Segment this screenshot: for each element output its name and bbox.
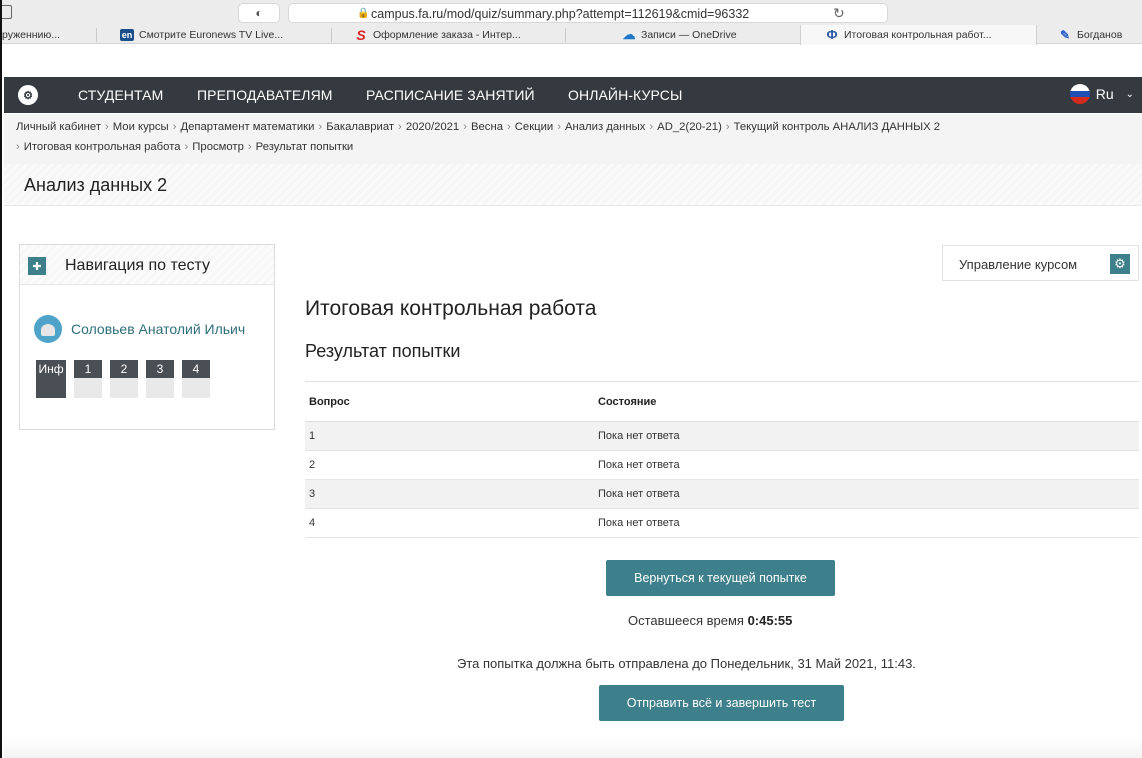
tab-label: руженнию... [2,29,61,41]
browser-tab[interactable]: S Оформление заказа - Интер... [354,25,554,45]
breadcrumb-item[interactable]: Текущий контроль АНАЛИЗ ДАННЫХ 2 [734,121,940,133]
question-cell[interactable]: 1 [305,421,594,451]
timer-label: Оставшееся время [628,613,744,628]
breadcrumb: Личный кабинет › Мои курсы › Департамент мат… [16,121,941,153]
manage-course-button[interactable]: Управление курсом ⚙ [942,245,1139,281]
breadcrumb-item[interactable]: Просмотр [192,141,244,153]
address-bar[interactable]: 🔒 campus.fa.ru/mod/quiz/summary.php?atte… [288,3,888,23]
question-cell[interactable]: 4 [305,508,594,538]
status-cell: Пока нет ответа [594,421,1139,451]
question-cell[interactable]: 2 [305,450,594,480]
store-favicon-icon: S [356,27,366,43]
tab-label: Итоговая контрольная работ... [844,29,992,41]
euronews-favicon-icon: en [120,29,134,41]
sidebar-toggle-icon[interactable] [2,5,12,19]
section-title: Результат попытки [305,341,461,361]
browser-tab[interactable]: en Смотрите Euronews TV Live... [120,25,320,45]
browser-tab-active[interactable]: Ф Итоговая контрольная работ... [800,25,1037,45]
block-title: Навигация по тесту [65,257,211,274]
submit-all-button[interactable]: Отправить всё и завершить тест [599,685,844,721]
tab-bar: руженнию... en Смотрите Euronews TV Live… [2,25,1142,45]
due-date-notice: Эта попытка должна быть отправлена до По… [457,656,916,671]
browser-window: ◐ 🔒 campus.fa.ru/mod/quiz/summary.php?at… [0,0,1142,758]
table-row: 4 Пока нет ответа [305,508,1139,538]
nav-link-students[interactable]: СТУДЕНТАМ [78,87,163,103]
breadcrumb-bar: Личный кабинет › Мои курсы › Департамент мат… [4,114,1142,164]
question-number: 3 [146,360,174,378]
breadcrumb-item[interactable]: Секции [515,121,553,133]
site-navbar: ⚙ СТУДЕНТАМ ПРЕПОДАВАТЕЛЯМ РАСПИСАНИЕ ЗА… [4,77,1142,113]
breadcrumb-item[interactable]: AD_2(20-21) [657,121,722,133]
timer-value: 0:45:55 [747,613,793,628]
nav-link-online-courses[interactable]: ОНЛАЙН-КУРСЫ [568,87,682,103]
language-selector[interactable]: Ru ⌄ [1069,84,1134,104]
fa-favicon-icon: Ф [826,27,838,42]
breadcrumb-item: Результат попытки [255,141,354,153]
block-header: ✚ Навигация по тесту [20,245,274,285]
avatar[interactable] [34,315,62,343]
question-cell[interactable]: 3 [305,479,594,509]
privacy-shield-icon[interactable]: ◐ [238,3,280,23]
breadcrumb-item[interactable]: Весна [471,121,503,133]
edge-favicon-icon: ✎ [1059,28,1071,42]
nav-link-teachers[interactable]: ПРЕПОДАВАТЕЛЯМ [197,87,333,103]
quiz-title: Итоговая контрольная работа [305,297,597,320]
time-remaining: Оставшееся время 0:45:55 [628,613,792,628]
question-number: 2 [110,360,138,378]
question-number: 4 [182,360,210,378]
browser-tab[interactable]: руженнию... [2,25,90,45]
question-number: 1 [74,360,102,378]
user-name-link[interactable]: Соловьев Анатолий Ильич [71,321,245,337]
quiz-navigation-block: ✚ Навигация по тесту Соловьев Анатолий И… [19,244,275,430]
gear-icon[interactable]: ⚙ [1110,254,1130,274]
status-cell: Пока нет ответа [594,450,1139,480]
status-cell: Пока нет ответа [594,508,1139,538]
reload-icon[interactable]: ↻ [833,5,845,22]
nav-link-schedule[interactable]: РАСПИСАНИЕ ЗАНЯТИЙ [366,87,535,103]
question-nav-info[interactable]: Инф [36,360,66,398]
breadcrumb-item[interactable]: Итоговая контрольная работа [24,141,181,153]
question-number: Инф [36,360,66,378]
breadcrumb-item[interactable]: Мои курсы [113,121,169,133]
table-row: 2 Пока нет ответа [305,450,1139,480]
manage-course-label: Управление курсом [959,257,1078,272]
language-label: Ru [1095,86,1114,102]
column-header-question: Вопрос [305,381,594,422]
course-header: Анализ данных 2 [4,164,1142,206]
chevron-down-icon: ⌄ [1125,88,1134,100]
status-cell: Пока нет ответа [594,479,1139,509]
user-info: Соловьев Анатолий Ильич [34,315,245,343]
browser-tab[interactable]: ☁ Записи — OneDrive [622,25,782,45]
return-to-attempt-button[interactable]: Вернуться к текущей попытке [606,560,835,596]
dashboard-icon[interactable]: ⚙ [18,85,38,105]
breadcrumb-item[interactable]: Личный кабинет [16,121,101,133]
url-text[interactable]: campus.fa.ru/mod/quiz/summary.php?attemp… [371,7,749,21]
question-nav-button[interactable]: 1 [74,360,102,398]
russia-flag-icon [1069,84,1090,104]
breadcrumb-item[interactable]: 2020/2021 [406,121,459,133]
question-nav-button[interactable]: 2 [110,360,138,398]
course-title: Анализ данных 2 [24,175,168,195]
browser-tab[interactable]: ✎ Богданов [1058,25,1142,45]
attempt-summary-table: Вопрос Состояние 1 Пока нет ответа 2 Пок… [305,381,1139,538]
tab-label: Оформление заказа - Интер... [373,29,521,41]
tab-label: Смотрите Euronews TV Live... [139,29,284,41]
question-nav-button[interactable]: 4 [182,360,210,398]
breadcrumb-item[interactable]: Анализ данных [565,121,645,133]
table-row: 1 Пока нет ответа [305,421,1139,451]
breadcrumb-item[interactable]: Департамент математики [180,121,314,133]
onedrive-cloud-icon: ☁ [622,27,636,42]
tab-label: Записи — OneDrive [641,29,737,41]
question-nav: Инф 1 2 3 4 [36,360,210,398]
breadcrumb-item[interactable]: Бакалавриат [326,121,394,133]
column-header-status: Состояние [594,381,1139,422]
lock-icon: 🔒 [357,8,370,19]
pin-icon[interactable]: ✚ [28,257,46,275]
question-nav-button[interactable]: 3 [146,360,174,398]
table-row: 3 Пока нет ответа [305,479,1139,509]
page-footer [4,738,1142,758]
tab-label: Богданов [1077,29,1123,41]
